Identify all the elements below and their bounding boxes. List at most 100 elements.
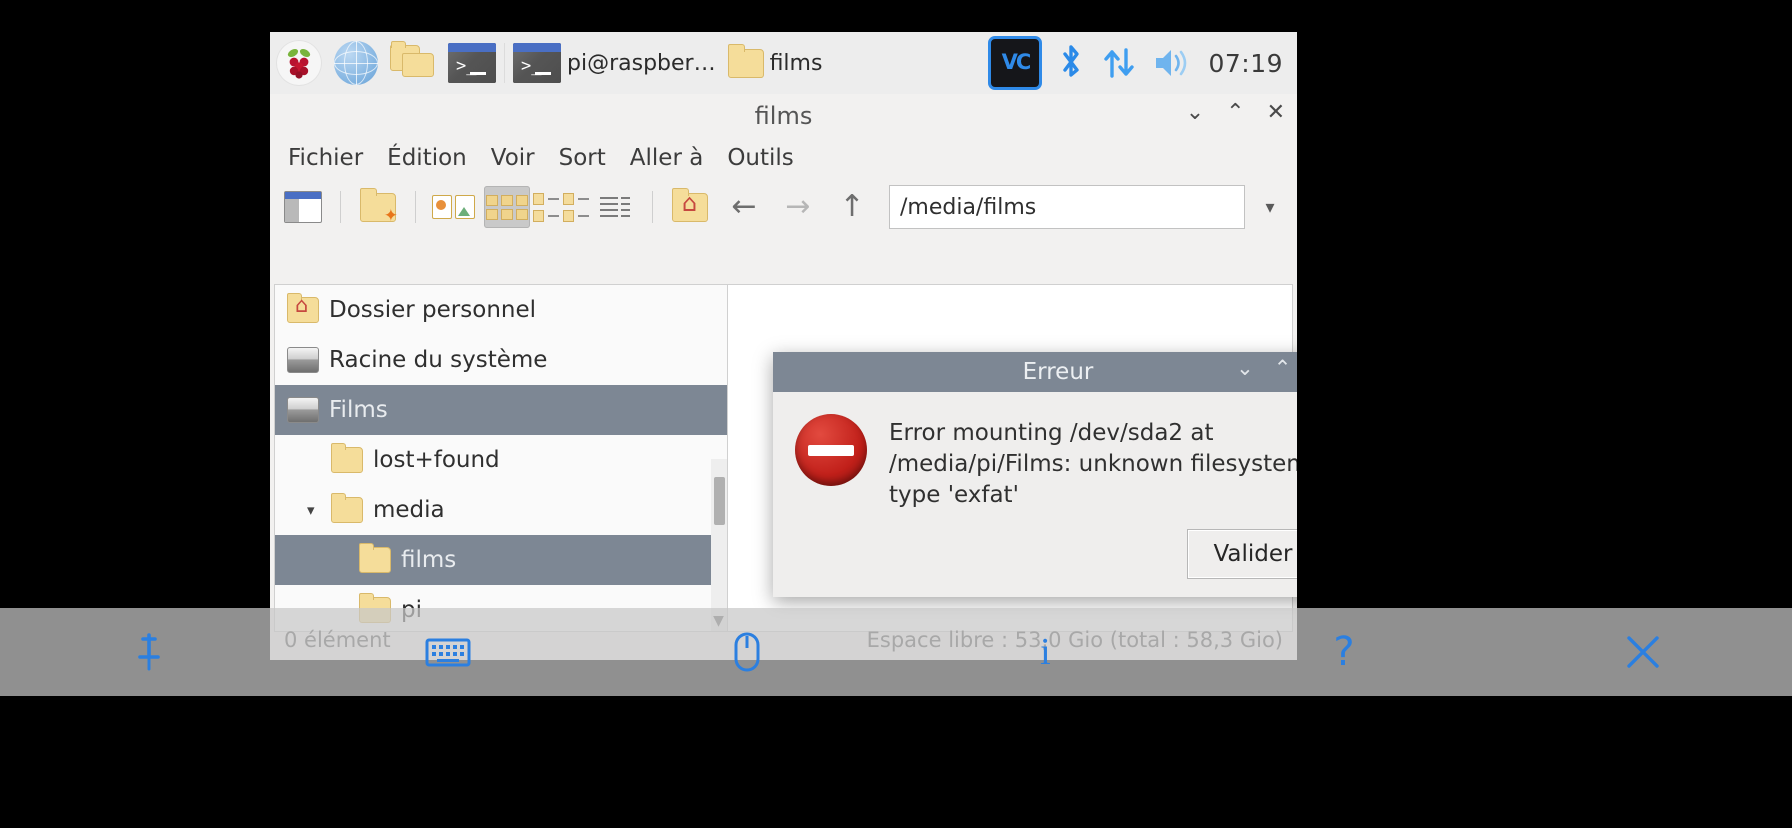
window-title: films: [270, 102, 1297, 130]
home-folder-icon: [287, 297, 319, 323]
pin-button[interactable]: [0, 631, 299, 673]
question-icon: ?: [1333, 629, 1354, 675]
vnc-server-icon[interactable]: VC: [988, 36, 1042, 90]
raspberry-icon: [276, 40, 322, 86]
bluetooth-icon[interactable]: [1056, 42, 1086, 84]
sidebar-toggle-icon: [284, 191, 322, 223]
tree-item-label: media: [373, 497, 445, 523]
window-titlebar: films ⌄ ⌃ ✕: [270, 94, 1297, 138]
taskbar-separator: [504, 43, 505, 83]
tree-item-label: films: [401, 547, 456, 573]
menu-aller-a[interactable]: Aller à: [630, 145, 704, 171]
folder-icon: [331, 447, 363, 473]
keyboard-button[interactable]: [299, 635, 598, 669]
drive-icon: [287, 347, 319, 373]
dialog-body: Error mounting /dev/sda2 at /media/pi/Fi…: [773, 392, 1297, 511]
vnc-remote-screen[interactable]: >_ >_ pi@raspber… films VC: [270, 32, 1297, 660]
file-manager-button[interactable]: [384, 37, 442, 89]
terminal-icon: >_: [513, 43, 561, 83]
validate-button[interactable]: Valider: [1187, 529, 1297, 579]
dialog-title: Erreur: [773, 359, 1297, 385]
detailed-view-button[interactable]: [592, 186, 638, 228]
dialog-maximize-button[interactable]: ⌃: [1274, 358, 1292, 379]
home-folder-icon: [672, 193, 708, 222]
taskbar-window-films[interactable]: films: [722, 37, 829, 89]
window-minimize-button[interactable]: ⌄: [1186, 102, 1204, 124]
menu-fichier[interactable]: Fichier: [288, 145, 363, 171]
new-folder-icon: [360, 193, 396, 222]
help-button[interactable]: ?: [1195, 629, 1494, 675]
sidebar-item-label: Films: [329, 397, 388, 423]
compact-view-button[interactable]: [538, 186, 584, 228]
sidebar-item-films-drive[interactable]: Films: [275, 385, 727, 435]
taskbar-window-films-label: films: [770, 51, 823, 76]
menu-edition[interactable]: Édition: [387, 145, 467, 171]
tree-item-media[interactable]: ▾ media: [275, 485, 727, 535]
forward-button[interactable]: →: [775, 192, 821, 222]
window-maximize-button[interactable]: ⌃: [1226, 102, 1244, 124]
raspberry-menu-button[interactable]: [270, 37, 328, 89]
sidebar-item-label: Dossier personnel: [329, 297, 536, 323]
vnc-icon-label: VC: [1002, 54, 1030, 72]
tree-item-films[interactable]: films: [275, 535, 727, 585]
back-button[interactable]: ←: [721, 192, 767, 222]
up-button[interactable]: ↑: [829, 192, 875, 222]
tree-item-lost-found[interactable]: lost+found: [275, 435, 727, 485]
tree-item-label: lost+found: [373, 447, 500, 473]
icon-view-button[interactable]: [484, 186, 530, 228]
path-input[interactable]: /media/films: [889, 185, 1245, 229]
sidebar-scrollbar-thumb[interactable]: [714, 477, 725, 525]
viewer-control-bar: i ?: [0, 608, 1792, 696]
taskbar: >_ >_ pi@raspber… films VC: [270, 32, 1297, 95]
taskbar-window-terminal-label: pi@raspber…: [567, 51, 716, 76]
system-tray: VC 07:19: [988, 36, 1297, 90]
thumbnail-view-button[interactable]: [430, 186, 476, 228]
chevron-down-icon[interactable]: ▾: [1253, 197, 1287, 218]
dialog-titlebar: Erreur ⌄ ⌃ ✕: [773, 352, 1297, 392]
sidebar-toggle-button[interactable]: [280, 186, 326, 228]
info-button[interactable]: i: [896, 630, 1195, 674]
window-close-button[interactable]: ✕: [1267, 102, 1285, 124]
error-dialog: Erreur ⌄ ⌃ ✕ Error mounting /dev/sda2 at…: [773, 352, 1297, 597]
volume-icon[interactable]: [1152, 46, 1194, 80]
dialog-actions: Valider: [773, 511, 1297, 579]
terminal-button[interactable]: >_: [442, 37, 502, 89]
sidebar: Dossier personnel Racine du système Film…: [274, 284, 727, 632]
toolbar: ← → ↑ /media/films ▾: [270, 178, 1297, 236]
toolbar-separator: [340, 191, 341, 223]
raspberry-glyph: [282, 46, 316, 80]
stop-error-icon: [795, 414, 867, 486]
icon-view-icon: [486, 195, 528, 220]
dialog-minimize-button[interactable]: ⌄: [1236, 358, 1254, 379]
taskbar-window-terminal[interactable]: >_ pi@raspber…: [507, 37, 722, 89]
sidebar-item-home[interactable]: Dossier personnel: [275, 285, 727, 335]
new-folder-button[interactable]: [355, 186, 401, 228]
menu-outils[interactable]: Outils: [727, 145, 793, 171]
close-button[interactable]: [1493, 630, 1792, 674]
detailed-view-icon: [600, 197, 630, 217]
sidebar-item-system-root[interactable]: Racine du système: [275, 335, 727, 385]
drive-icon: [287, 397, 319, 423]
toolbar-separator: [652, 191, 653, 223]
folder-icon: [728, 49, 764, 78]
info-icon: i: [1040, 630, 1051, 674]
chevron-down-icon[interactable]: ▾: [307, 501, 315, 519]
compact-view-icon: [533, 193, 589, 222]
web-browser-button[interactable]: [328, 37, 384, 89]
globe-icon: [334, 41, 378, 85]
mouse-icon: [733, 631, 761, 673]
folder-icon: [359, 547, 391, 573]
sidebar-item-label: Racine du système: [329, 347, 547, 373]
dialog-message: Error mounting /dev/sda2 at /media/pi/Fi…: [889, 414, 1297, 511]
network-updown-icon[interactable]: [1100, 42, 1138, 84]
home-folder-button[interactable]: [667, 186, 713, 228]
menu-sort[interactable]: Sort: [559, 145, 606, 171]
folders-icon: [390, 43, 436, 83]
terminal-icon: >_: [448, 43, 496, 83]
mouse-button[interactable]: [597, 631, 896, 673]
menubar: Fichier Édition Voir Sort Aller à Outils: [270, 138, 1297, 178]
toolbar-separator: [415, 191, 416, 223]
clock[interactable]: 07:19: [1208, 49, 1283, 78]
pin-icon: [134, 631, 164, 673]
menu-voir[interactable]: Voir: [491, 145, 535, 171]
